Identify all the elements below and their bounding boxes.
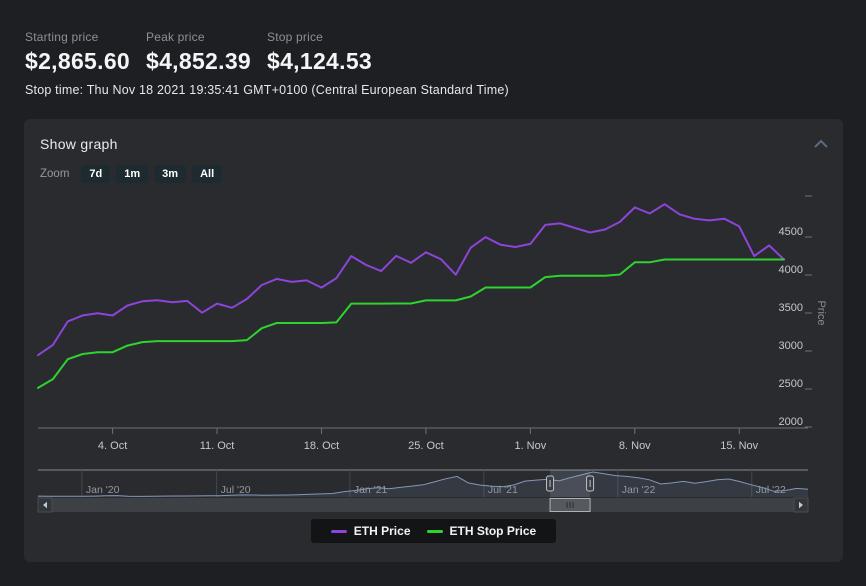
navigator-axis-label: Jul '20 bbox=[221, 484, 251, 496]
y-axis-label: 4000 bbox=[779, 264, 803, 276]
stat-value: $4,124.53 bbox=[267, 48, 388, 75]
y-axis-label: 3000 bbox=[779, 340, 803, 352]
scrollbar-track[interactable] bbox=[52, 498, 794, 512]
stat-label: Starting price bbox=[25, 30, 146, 44]
main-plot-area[interactable] bbox=[38, 196, 784, 428]
price-stats: Starting price $2,865.60 Peak price $4,8… bbox=[0, 0, 866, 75]
stat-value: $4,852.39 bbox=[146, 48, 267, 75]
stat-label: Stop price bbox=[267, 30, 388, 44]
navigator-selection[interactable] bbox=[550, 470, 590, 497]
stat-stop-price: Stop price $4,124.53 bbox=[267, 30, 388, 75]
x-axis-label: 25. Oct bbox=[408, 440, 443, 452]
stat-peak-price: Peak price $4,852.39 bbox=[146, 30, 267, 75]
stat-label: Peak price bbox=[146, 30, 267, 44]
stat-value: $2,865.60 bbox=[25, 48, 146, 75]
stat-starting-price: Starting price $2,865.60 bbox=[25, 30, 146, 75]
y-axis-label: 4500 bbox=[779, 226, 803, 238]
legend-item-eth-stop-price[interactable]: ETH Stop Price bbox=[427, 524, 537, 538]
stop-time-text: Stop time: Thu Nov 18 2021 19:35:41 GMT+… bbox=[25, 83, 866, 97]
x-axis-label: 4. Oct bbox=[98, 440, 127, 452]
x-axis-label: 18. Oct bbox=[304, 440, 339, 452]
y-axis-label: 2500 bbox=[779, 378, 803, 390]
y-axis-label: 3500 bbox=[779, 302, 803, 314]
legend-box: ETH Price ETH Stop Price bbox=[311, 519, 556, 543]
legend-label: ETH Price bbox=[354, 524, 411, 538]
legend-item-eth-price[interactable]: ETH Price bbox=[331, 524, 411, 538]
x-axis-label: 1. Nov bbox=[514, 440, 546, 452]
y-axis-label: 2000 bbox=[779, 416, 803, 428]
navigator-axis-label: Jan '20 bbox=[86, 484, 120, 496]
eth-price-line-marker bbox=[331, 530, 347, 533]
x-axis-label: 11. Oct bbox=[200, 440, 235, 452]
page: Starting price $2,865.60 Peak price $4,8… bbox=[0, 0, 866, 586]
eth-stop-price-line-marker bbox=[427, 530, 443, 533]
stock-chart: 4. Oct 11. Oct 18. Oct 25. Oct 1. Nov 8. Nov 1… bbox=[24, 119, 843, 519]
legend-label: ETH Stop Price bbox=[450, 524, 537, 538]
y-axis-title: Price bbox=[815, 300, 827, 325]
chart-legend: ETH Price ETH Stop Price bbox=[24, 519, 843, 543]
graph-card: Show graph Zoom 7d1m3mAll 4. Oct11. Oct1… bbox=[24, 119, 843, 562]
x-axis-label: 15. Nov bbox=[720, 440, 758, 452]
x-axis-label: 8. Nov bbox=[619, 440, 651, 452]
